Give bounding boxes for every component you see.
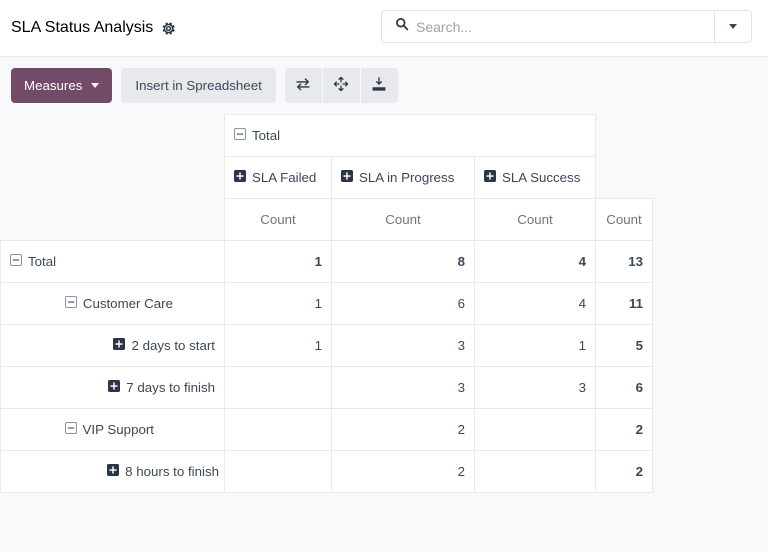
page-title: SLA Status Analysis bbox=[11, 19, 153, 37]
pivot-row-header-label: 8 hours to finish bbox=[125, 464, 219, 479]
pivot-cell-total[interactable]: 2 bbox=[596, 451, 653, 493]
pivot-measure-grand-total[interactable]: Count bbox=[596, 199, 653, 241]
pivot-column-group-row: Total bbox=[1, 115, 653, 157]
pivot-cell-total[interactable]: 11 bbox=[596, 283, 653, 325]
pivot-cell[interactable] bbox=[225, 367, 332, 409]
pivot-col-header-label: SLA Success bbox=[502, 170, 580, 185]
pivot-corner-cell-right bbox=[596, 115, 653, 157]
pivot-cell[interactable]: 4 bbox=[475, 283, 596, 325]
pivot-corner-cell bbox=[1, 115, 225, 157]
pivot-row-header-vip-support[interactable]: VIP Support bbox=[1, 409, 225, 451]
measures-button[interactable]: Measures bbox=[11, 68, 112, 103]
pivot-cell[interactable]: 3 bbox=[332, 367, 475, 409]
exchange-arrows-icon bbox=[295, 76, 311, 95]
minus-square-icon bbox=[65, 296, 77, 311]
arrows-move-icon bbox=[333, 76, 349, 95]
breadcrumb: SLA Status Analysis bbox=[0, 19, 176, 37]
flip-axis-button[interactable] bbox=[285, 68, 322, 103]
pivot-action-button-group bbox=[285, 68, 398, 103]
pivot-cell[interactable]: 1 bbox=[475, 325, 596, 367]
pivot-col-header-sla-success[interactable]: SLA Success bbox=[475, 157, 596, 199]
pivot-cell[interactable] bbox=[225, 409, 332, 451]
search-input[interactable] bbox=[416, 19, 714, 35]
pivot-column-group-total-label: Total bbox=[252, 128, 280, 143]
pivot-cell-total[interactable]: 5 bbox=[596, 325, 653, 367]
insert-in-spreadsheet-button[interactable]: Insert in Spreadsheet bbox=[121, 68, 275, 103]
table-row: 8 hours to finish 2 2 bbox=[1, 451, 653, 493]
pivot-cell[interactable] bbox=[225, 451, 332, 493]
pivot-cell[interactable]: 1 bbox=[225, 325, 332, 367]
pivot-cell[interactable]: 2 bbox=[332, 451, 475, 493]
pivot-cell[interactable]: 6 bbox=[332, 283, 475, 325]
pivot-col-header-label: SLA in Progress bbox=[359, 170, 454, 185]
search-dropdown-toggle[interactable] bbox=[714, 11, 751, 42]
pivot-toolbar: Measures Insert in Spreadsheet bbox=[0, 57, 768, 114]
pivot-row-header-2-days-to-start[interactable]: 2 days to start bbox=[1, 325, 225, 367]
pivot-row-header-label: 2 days to start bbox=[131, 338, 215, 353]
search-icon bbox=[395, 17, 409, 36]
pivot-row-header-label: VIP Support bbox=[83, 422, 154, 437]
download-xlsx-button[interactable] bbox=[361, 68, 398, 103]
pivot-col-header-sla-failed[interactable]: SLA Failed bbox=[225, 157, 332, 199]
plus-square-icon bbox=[107, 464, 119, 479]
plus-square-icon bbox=[108, 380, 120, 395]
pivot-cell[interactable] bbox=[475, 451, 596, 493]
pivot-column-header-row: SLA Failed SLA in Progress bbox=[1, 157, 653, 199]
pivot-measure-sla-failed[interactable]: Count bbox=[225, 199, 332, 241]
pivot-column-group-total[interactable]: Total bbox=[225, 115, 596, 157]
pivot-corner-cell-3 bbox=[1, 199, 225, 241]
table-row: VIP Support 2 2 bbox=[1, 409, 653, 451]
pivot-cell[interactable]: 4 bbox=[475, 241, 596, 283]
pivot-measure-sla-success[interactable]: Count bbox=[475, 199, 596, 241]
pivot-col-header-sla-in-progress[interactable]: SLA in Progress bbox=[332, 157, 475, 199]
control-panel: SLA Status Analysis bbox=[0, 0, 768, 57]
pivot-measure-sla-in-progress[interactable]: Count bbox=[332, 199, 475, 241]
pivot-cell[interactable]: 3 bbox=[332, 325, 475, 367]
minus-square-icon bbox=[10, 254, 22, 269]
caret-down-icon bbox=[91, 83, 99, 88]
pivot-row-header-7-days-to-finish[interactable]: 7 days to finish bbox=[1, 367, 225, 409]
pivot-row-header-label: Customer Care bbox=[83, 296, 173, 311]
measures-label: Measures bbox=[24, 78, 82, 93]
pivot-cell[interactable]: 1 bbox=[225, 241, 332, 283]
pivot-table-body: Total 1 8 4 13 bbox=[1, 241, 653, 493]
plus-square-icon bbox=[484, 170, 496, 185]
pivot-cell[interactable]: 1 bbox=[225, 283, 332, 325]
table-row: Total 1 8 4 13 bbox=[1, 241, 653, 283]
pivot-row-header-total[interactable]: Total bbox=[1, 241, 225, 283]
pivot-table-head: Total SLA bbox=[1, 115, 653, 241]
search-view bbox=[381, 10, 752, 43]
download-icon bbox=[371, 76, 387, 95]
pivot-cell-total[interactable]: 13 bbox=[596, 241, 653, 283]
pivot-col-header-label: SLA Failed bbox=[252, 170, 316, 185]
chevron-down-icon bbox=[729, 24, 737, 29]
pivot-table: Total SLA bbox=[0, 114, 653, 493]
table-row: 7 days to finish 3 3 6 bbox=[1, 367, 653, 409]
search-field[interactable] bbox=[382, 11, 714, 42]
plus-square-icon bbox=[341, 170, 353, 185]
pivot-table-container: Total SLA bbox=[0, 114, 768, 493]
pivot-measure-row: Count Count Count Count bbox=[1, 199, 653, 241]
pivot-cell[interactable]: 8 bbox=[332, 241, 475, 283]
minus-square-icon bbox=[65, 422, 77, 437]
gear-icon[interactable] bbox=[161, 21, 176, 36]
pivot-row-header-customer-care[interactable]: Customer Care bbox=[1, 283, 225, 325]
pivot-corner-cell-2 bbox=[1, 157, 225, 199]
pivot-cell[interactable]: 3 bbox=[475, 367, 596, 409]
table-row: Customer Care 1 6 4 11 bbox=[1, 283, 653, 325]
pivot-cell[interactable]: 2 bbox=[332, 409, 475, 451]
minus-square-icon bbox=[234, 128, 246, 143]
pivot-cell-total[interactable]: 6 bbox=[596, 367, 653, 409]
plus-square-icon bbox=[234, 170, 246, 185]
plus-square-icon bbox=[113, 338, 125, 353]
pivot-corner-cell-right-2 bbox=[596, 157, 653, 199]
pivot-cell-total[interactable]: 2 bbox=[596, 409, 653, 451]
pivot-row-header-8-hours-to-finish[interactable]: 8 hours to finish bbox=[1, 451, 225, 493]
expand-all-button[interactable] bbox=[323, 68, 360, 103]
pivot-row-header-label: Total bbox=[28, 254, 56, 269]
pivot-row-header-label: 7 days to finish bbox=[126, 380, 215, 395]
table-row: 2 days to start 1 3 1 5 bbox=[1, 325, 653, 367]
pivot-cell[interactable] bbox=[475, 409, 596, 451]
